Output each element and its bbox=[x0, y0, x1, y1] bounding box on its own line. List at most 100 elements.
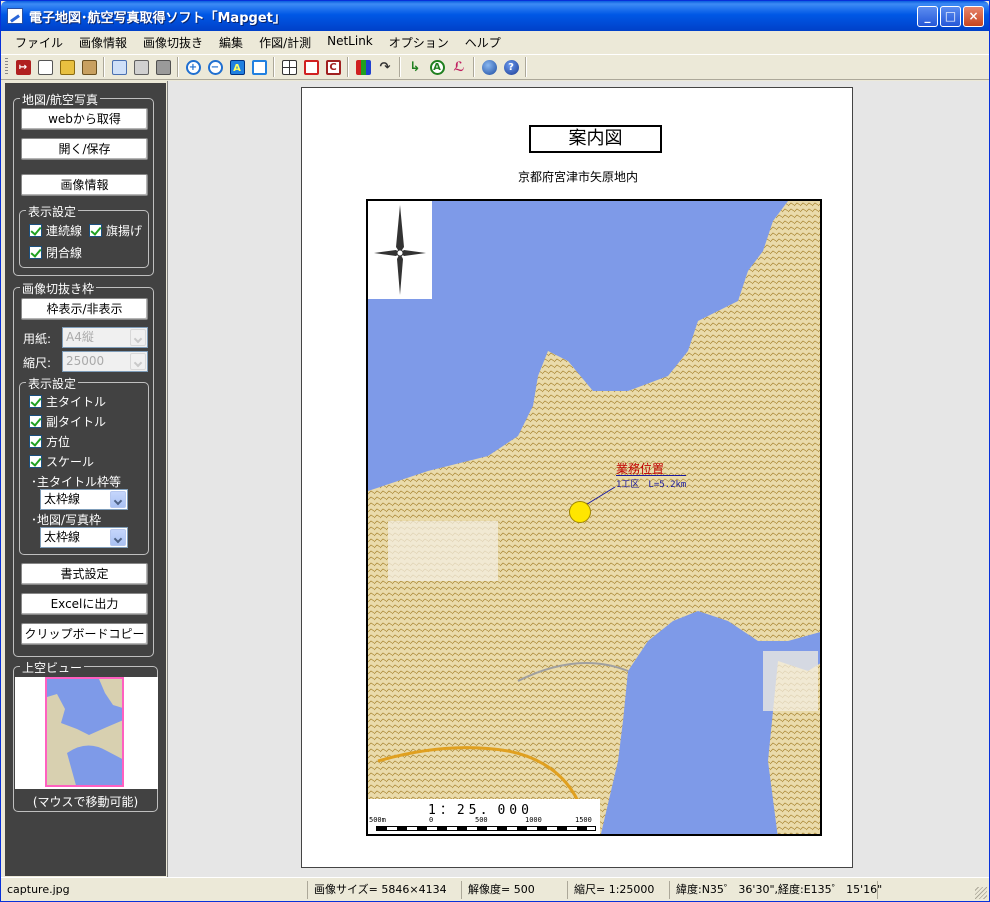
direction-label: 方位 bbox=[46, 435, 71, 449]
side-panel: 地図/航空写真 webから取得 開く/保存 画像情報 表示設定 連続線 旗揚げ … bbox=[5, 83, 166, 876]
get-from-web-button[interactable]: webから取得 bbox=[21, 108, 148, 130]
closed-line-label: 閉合線 bbox=[46, 246, 83, 260]
maximize-button[interactable]: □ bbox=[940, 6, 961, 27]
globe-icon[interactable] bbox=[478, 56, 500, 78]
check-icon bbox=[29, 246, 42, 259]
scale-bar: 1：25．000 500m 0 500 1000 1500 bbox=[368, 799, 600, 834]
main-title-frame-label: ･主タイトル枠等 bbox=[31, 475, 122, 489]
new-icon[interactable] bbox=[34, 56, 56, 78]
save-image-icon[interactable] bbox=[78, 56, 100, 78]
chevron-down-icon bbox=[130, 329, 146, 346]
open-icon[interactable] bbox=[56, 56, 78, 78]
toolbar-separator bbox=[399, 57, 401, 77]
rotate-icon[interactable]: ↷ bbox=[374, 56, 396, 78]
frame-icon[interactable] bbox=[248, 56, 270, 78]
document-sub-title: 京都府宮津市矢原地内 bbox=[517, 170, 638, 184]
scale-select[interactable]: 25000 bbox=[62, 351, 148, 372]
direction-checkbox[interactable]: 方位 bbox=[29, 433, 70, 450]
menu-draw-measure[interactable]: 作図/計測 bbox=[251, 31, 319, 53]
zoom-out-icon[interactable]: − bbox=[204, 56, 226, 78]
zoom-in-icon[interactable]: + bbox=[182, 56, 204, 78]
overview-map[interactable] bbox=[15, 677, 158, 789]
rect-icon[interactable] bbox=[300, 56, 322, 78]
excel-output-button[interactable]: Excelに出力 bbox=[21, 593, 148, 615]
map-terrain bbox=[368, 201, 820, 834]
image-info-button[interactable]: 画像情報 bbox=[21, 174, 148, 196]
menu-help[interactable]: ヘルプ bbox=[457, 31, 509, 53]
preview-icon[interactable] bbox=[108, 56, 130, 78]
map-frame-value: 太枠線 bbox=[44, 530, 81, 544]
toggle-frame-button[interactable]: 枠表示/非表示 bbox=[21, 298, 148, 320]
menu-image-crop[interactable]: 画像切抜き bbox=[135, 31, 211, 53]
menu-edit[interactable]: 編集 bbox=[211, 31, 251, 53]
location-marker[interactable] bbox=[569, 501, 591, 523]
window-title: 電子地図･航空写真取得ソフト「Mapget」 bbox=[29, 11, 286, 26]
disk-icon[interactable] bbox=[152, 56, 174, 78]
menu-netlink[interactable]: NetLink bbox=[319, 31, 381, 53]
chevron-down-icon bbox=[130, 353, 146, 370]
sub-title-checkbox[interactable]: 副タイトル bbox=[29, 413, 106, 430]
check-icon bbox=[29, 435, 42, 448]
toolbar-separator bbox=[473, 57, 475, 77]
copyright-icon[interactable]: C bbox=[322, 56, 344, 78]
scale-tick-label: 500 bbox=[475, 816, 488, 824]
minimize-button[interactable]: _ bbox=[917, 6, 938, 27]
annotate-icon[interactable]: A bbox=[426, 56, 448, 78]
toolbar-separator bbox=[273, 57, 275, 77]
scale-tick-label: 0 bbox=[429, 816, 434, 824]
close-button[interactable]: × bbox=[963, 6, 984, 27]
measure-icon[interactable]: ↳ bbox=[404, 56, 426, 78]
overview-caption: (マウスで移動可能) bbox=[32, 795, 139, 809]
menu-bar: ファイル 画像情報 画像切抜き 編集 作図/計測 NetLink オプション ヘ… bbox=[1, 31, 989, 53]
scale-line bbox=[376, 826, 596, 831]
continuous-line-label: 連続線 bbox=[46, 224, 83, 238]
clipboard-copy-button[interactable]: クリップボードコピー bbox=[21, 623, 148, 645]
title-bar[interactable]: 電子地図･航空写真取得ソフト「Mapget」 _ □ × bbox=[1, 1, 989, 31]
scale-tick-label: 500m bbox=[369, 816, 386, 824]
closed-line-checkbox[interactable]: 閉合線 bbox=[29, 244, 82, 261]
document-canvas[interactable]: 案内図 京都府宮津市矢原地内 業務位置 1工区 L=5.2km 1：25．000… bbox=[167, 81, 989, 877]
check-icon bbox=[29, 415, 42, 428]
document-main-title: 案内図 bbox=[529, 125, 662, 153]
flag-checkbox[interactable]: 旗揚げ bbox=[89, 222, 142, 239]
continuous-line-checkbox[interactable]: 連続線 bbox=[29, 222, 82, 239]
menu-options[interactable]: オプション bbox=[381, 31, 457, 53]
scale-checkbox[interactable]: スケール bbox=[29, 453, 94, 470]
scale-value: 25000 bbox=[66, 354, 105, 368]
grid-icon[interactable] bbox=[278, 56, 300, 78]
main-title-checkbox[interactable]: 主タイトル bbox=[29, 393, 106, 410]
app-icon bbox=[7, 8, 23, 24]
scale-tick-label: 1000 bbox=[525, 816, 542, 824]
check-icon bbox=[89, 224, 102, 237]
crop-group-title: 画像切抜き枠 bbox=[20, 280, 97, 297]
help-icon[interactable]: ? bbox=[500, 56, 522, 78]
format-settings-button[interactable]: 書式設定 bbox=[21, 563, 148, 585]
toolbar-separator bbox=[347, 57, 349, 77]
main-title-frame-select[interactable]: 太枠線 bbox=[40, 489, 128, 510]
map-frame-select[interactable]: 太枠線 bbox=[40, 527, 128, 548]
overview-group-title: 上空ビュー bbox=[20, 659, 85, 676]
print-icon[interactable] bbox=[130, 56, 152, 78]
open-save-button[interactable]: 開く/保存 bbox=[21, 138, 148, 160]
menu-image-info[interactable]: 画像情報 bbox=[71, 31, 135, 53]
overview-viewport-frame[interactable] bbox=[45, 677, 124, 787]
map-image[interactable]: 業務位置 1工区 L=5.2km 1：25．000 500m 0 500 100… bbox=[366, 199, 822, 836]
status-image-size: 画像サイズ= 5846×4134 bbox=[307, 880, 461, 899]
menu-file[interactable]: ファイル bbox=[7, 31, 71, 53]
check-icon bbox=[29, 455, 42, 468]
overview-map-image bbox=[47, 679, 122, 785]
color-bars-icon[interactable] bbox=[352, 56, 374, 78]
route-icon[interactable]: ℒ bbox=[448, 56, 470, 78]
check-icon bbox=[29, 224, 42, 237]
fit-icon[interactable]: A bbox=[226, 56, 248, 78]
status-bar: capture.jpg 画像サイズ= 5846×4134 解像度= 500 縮尺… bbox=[1, 877, 989, 901]
map-display-settings-title: 表示設定 bbox=[26, 203, 79, 220]
toolbar-separator bbox=[177, 57, 179, 77]
status-coords: 緯度:N35゜ 36'30",経度:E135゜ 15'16" bbox=[669, 880, 882, 899]
paper-select[interactable]: A4縦 bbox=[62, 327, 148, 348]
main-title-label: 主タイトル bbox=[46, 395, 107, 409]
exit-icon[interactable]: ↦ bbox=[12, 56, 34, 78]
sub-title-label: 副タイトル bbox=[46, 415, 107, 429]
resize-grip-icon[interactable] bbox=[975, 887, 987, 899]
toolbar-grip[interactable] bbox=[5, 58, 8, 76]
